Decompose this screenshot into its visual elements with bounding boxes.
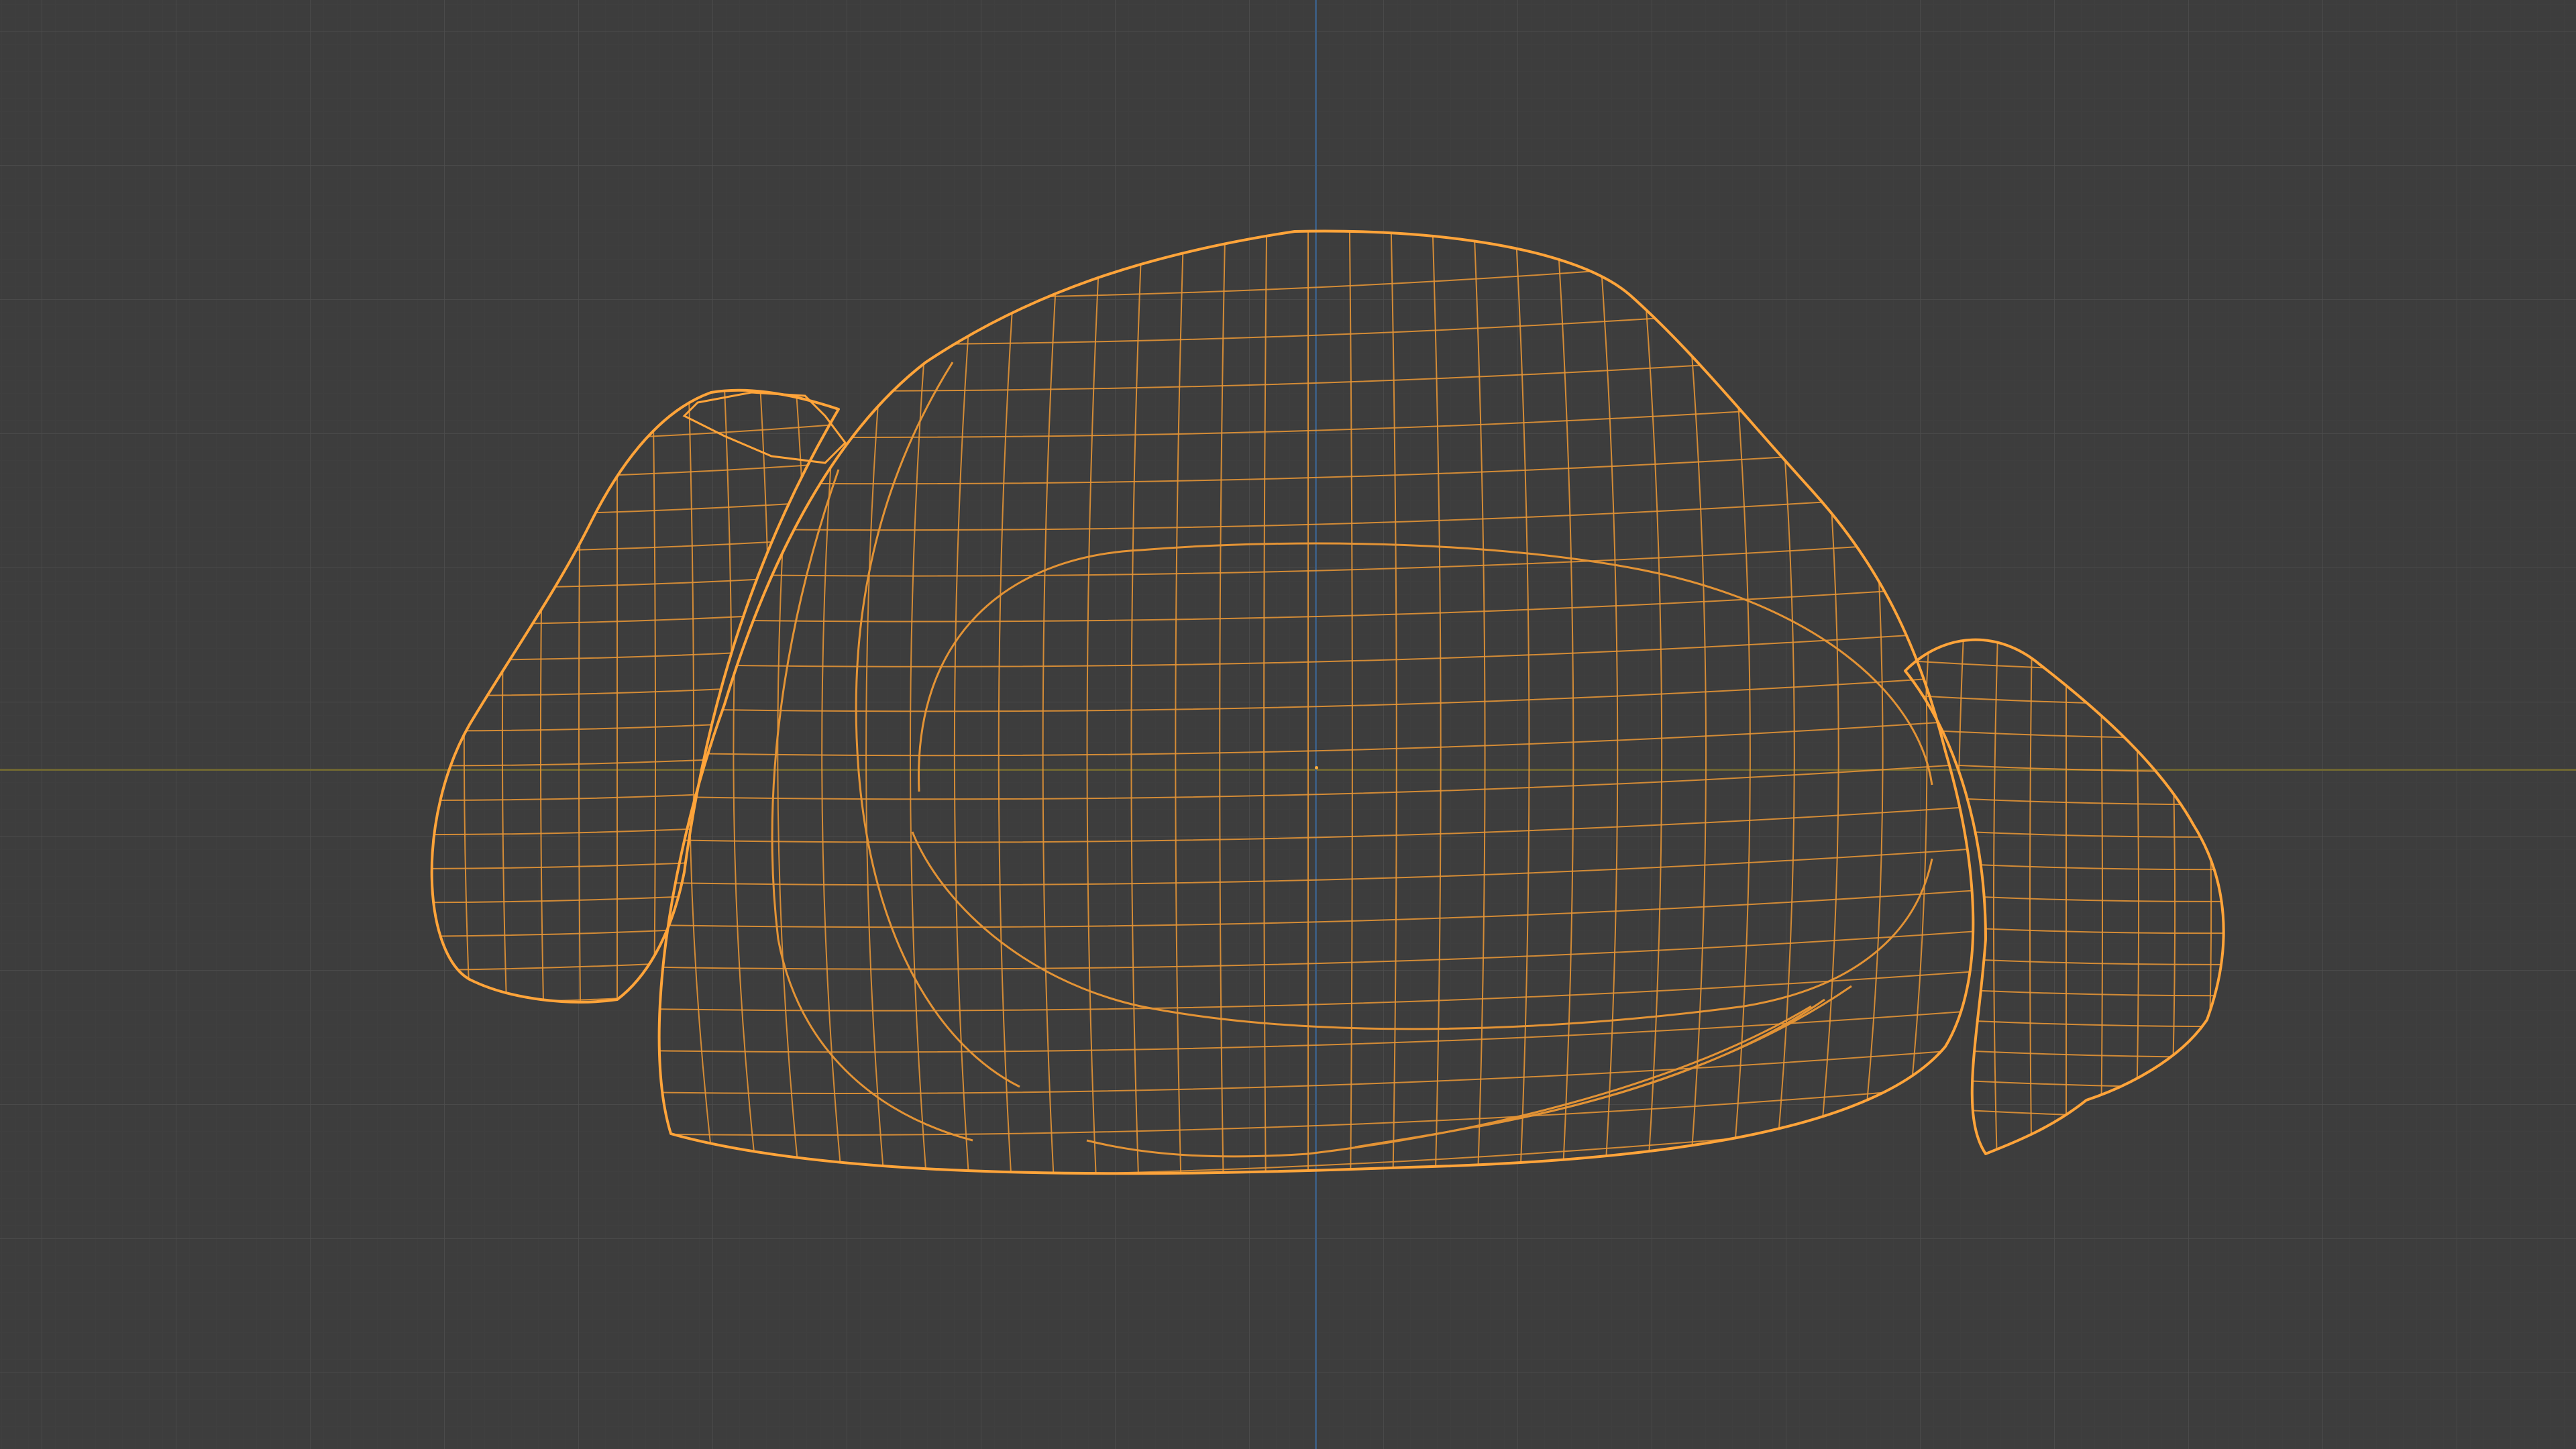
object-origin-icon (1315, 766, 1318, 769)
body-wireframe (659, 231, 1974, 1174)
wireframe-mesh[interactable] (0, 0, 2576, 1449)
3d-viewport[interactable] (0, 0, 2576, 1449)
right-ear-wireframe (1905, 639, 2224, 1154)
